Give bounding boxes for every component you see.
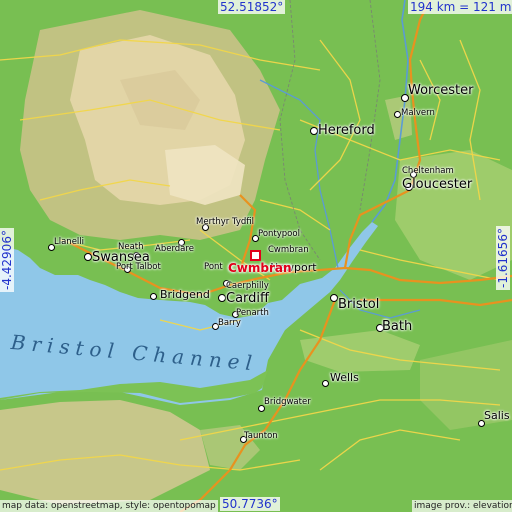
- location-label: Cwmbran: [228, 261, 292, 275]
- coord-right: -1.61656°: [496, 226, 510, 290]
- label-bridgwater: Bridgwater: [264, 397, 311, 407]
- label-merthyr: Merthyr Tydfil: [196, 217, 255, 227]
- dot-wells: [322, 380, 329, 387]
- attribution-right[interactable]: image prov.: elevation.city: [412, 500, 512, 512]
- label-bath: Bath: [382, 319, 413, 334]
- dot-bridgend: [150, 293, 157, 300]
- label-salisbury: Salis: [484, 409, 510, 422]
- label-wells: Wells: [330, 371, 359, 384]
- coord-scale: 194 km = 121 mi: [408, 0, 512, 14]
- label-caerphilly: Caerphilly: [226, 281, 269, 291]
- label-cheltenham: Cheltenham: [402, 166, 454, 176]
- coord-top: 52.51852°: [218, 0, 286, 14]
- coord-left: -4.42906°: [0, 228, 14, 292]
- label-barry: Barry: [218, 318, 241, 328]
- label-bridgend: Bridgend: [160, 288, 210, 301]
- coord-bottom: 50.7736°: [220, 497, 280, 511]
- dot-malvern: [394, 111, 401, 118]
- label-worcester: Worcester: [408, 83, 474, 98]
- dot-swansea: [84, 253, 92, 261]
- label-pontypool: Pontypool: [258, 229, 300, 239]
- label-taunton: Taunton: [244, 431, 278, 441]
- label-aberdare: Aberdare: [155, 244, 194, 254]
- dot-bristol: [330, 294, 338, 302]
- label-penarth: Penarth: [236, 308, 269, 318]
- label-pont: Pont: [204, 262, 223, 272]
- label-llanelli: Llanelli: [54, 237, 85, 247]
- map-viewport[interactable]: 52.51852° 50.7736° 194 km = 121 mi -4.42…: [0, 0, 512, 512]
- label-cwmbran-small: Cwmbran: [268, 245, 309, 255]
- label-malvern: Malvern: [401, 108, 435, 118]
- label-hereford: Hereford: [318, 123, 375, 138]
- label-cardiff: Cardiff: [226, 291, 269, 306]
- label-porttalbot: Port Talbot: [116, 262, 161, 272]
- dot-cardiff: [218, 294, 226, 302]
- dot-hereford: [310, 127, 318, 135]
- attribution-left[interactable]: map data: openstreetmap, style: opentopo…: [0, 500, 218, 512]
- location-marker[interactable]: [250, 250, 261, 261]
- label-bristol: Bristol: [338, 297, 380, 312]
- label-gloucester: Gloucester: [402, 177, 473, 192]
